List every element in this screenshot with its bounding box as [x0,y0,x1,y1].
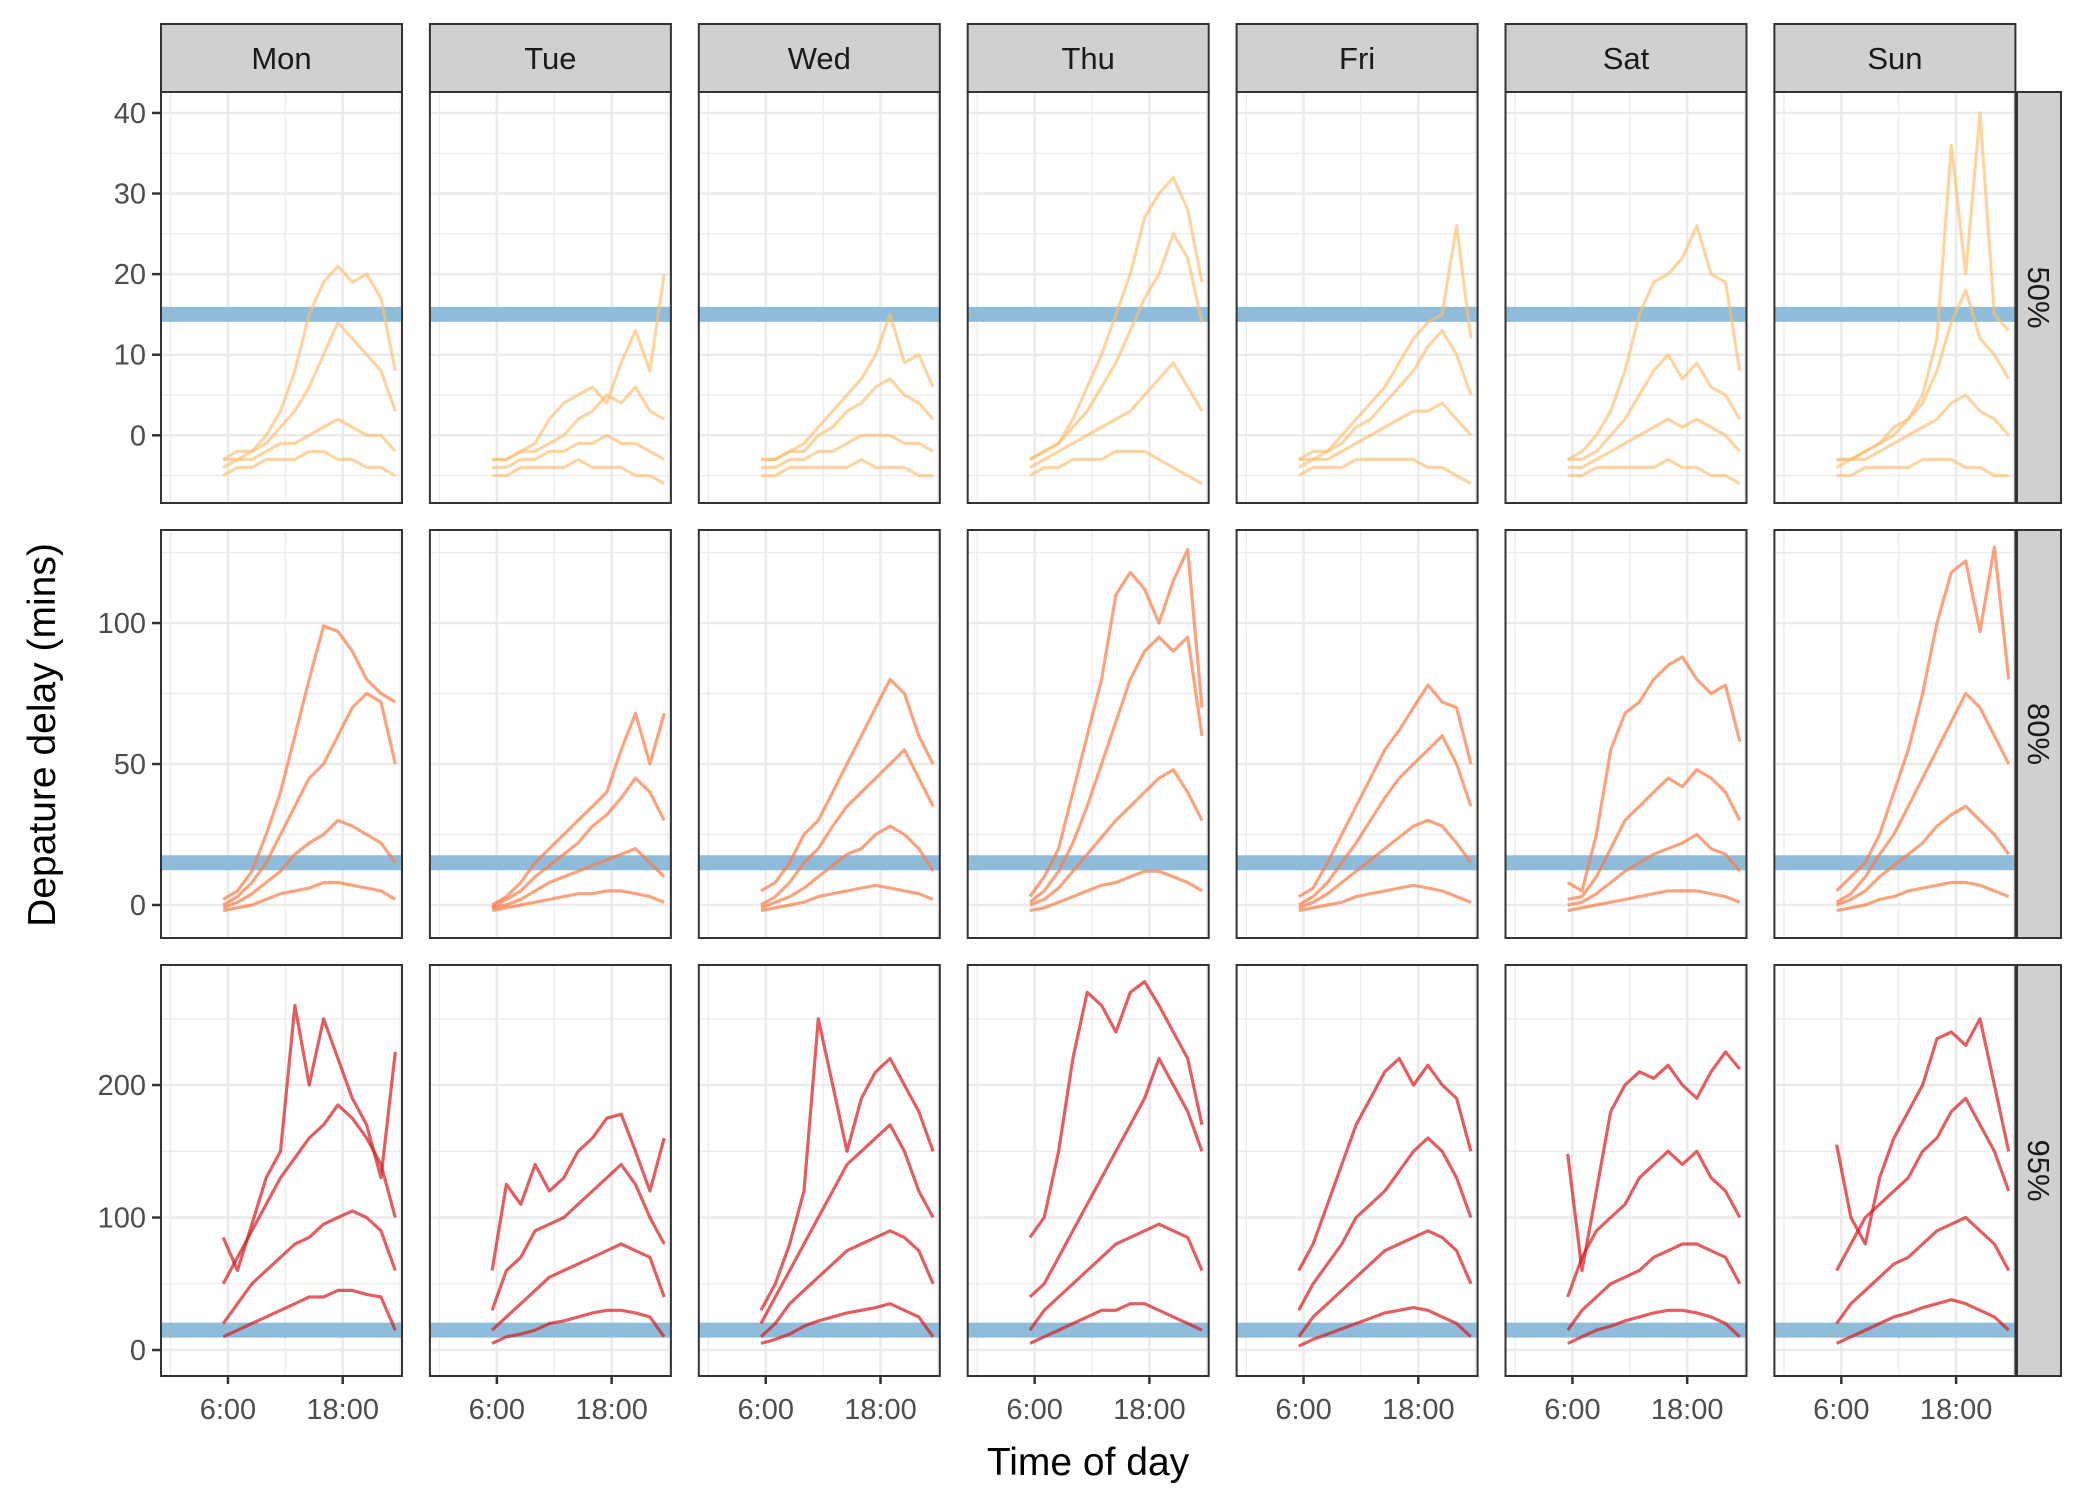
panel-background [1774,965,2016,1376]
x-tick-label: 6:00 [738,1394,794,1426]
panel-sat-80pct [1504,529,1748,939]
y-tick-label: 50 [114,749,146,781]
row-strip-label: 95% [2021,1139,2056,1201]
y-tick-label: 30 [114,179,146,211]
panel-tue-95pct [428,964,672,1377]
y-tick-label: 200 [98,1070,146,1102]
panel-background [429,530,671,938]
panel-fri-95pct [1235,964,1479,1377]
x-tick-label: 6:00 [469,1394,525,1426]
y-tick-label: 20 [114,259,146,291]
x-tick-label: 18:00 [1651,1394,1724,1426]
y-tick-label: 0 [130,890,146,922]
panel-mon-80pct [160,529,403,939]
panel-fri-50pct [1235,91,1479,504]
panel-sun-50pct [1773,91,2017,504]
x-tick-label: 6:00 [1544,1394,1600,1426]
x-tick-label: 18:00 [1113,1394,1186,1426]
column-strip-label: Tue [524,41,576,76]
column-strip-label: Wed [788,41,851,76]
y-tick-label: 0 [130,1335,146,1367]
panel-wed-80pct [697,529,941,939]
panel-sat-50pct [1504,91,1748,504]
column-strip-label: Sat [1603,41,1650,76]
y-tick-label: 0 [130,420,146,452]
panel-thu-50pct [966,91,1210,504]
y-tick-label: 10 [114,340,146,372]
x-tick-label: 18:00 [1920,1394,1993,1426]
y-tick-label: 100 [98,608,146,640]
x-tick-label: 18:00 [844,1394,917,1426]
x-tick-label: 6:00 [1275,1394,1331,1426]
column-strip-label: Fri [1339,41,1375,76]
x-tick-label: 18:00 [575,1394,648,1426]
faceted-line-chart: Time of day Depature delay (mins) 50% 0 10… [21,23,2062,1484]
column-strip-label: Sun [1867,41,1922,76]
column-strip-label: Mon [251,41,311,76]
panel-wed-95pct [697,964,941,1377]
panel-wed-50pct [697,91,941,504]
panel-fri-80pct [1235,529,1479,939]
y-tick-label: 40 [114,98,146,130]
panel-background [1505,965,1747,1376]
panel-background [1236,530,1478,938]
x-tick-label: 6:00 [1006,1394,1062,1426]
panel-mon-95pct [160,964,403,1377]
y-axis-title: Depature delay (mins) [21,543,64,927]
panel-background [1505,530,1747,938]
x-tick-label: 18:00 [306,1394,379,1426]
y-tick-label: 100 [98,1203,146,1235]
panel-sat-95pct [1504,964,1748,1377]
panel-tue-80pct [428,529,672,939]
row-strip-label: 80% [2021,703,2056,765]
panel-sun-95pct [1773,964,2017,1377]
panel-tue-50pct [428,91,672,504]
x-axis-title: Time of day [987,1441,1190,1484]
panel-thu-95pct [966,964,1210,1377]
panel-background [161,965,402,1376]
panel-thu-80pct [966,529,1210,939]
panel-mon-50pct [160,91,403,504]
x-tick-label: 6:00 [200,1394,256,1426]
panel-background [967,965,1209,1376]
row-strip-label: 50% [2021,266,2056,328]
panel-background [1236,965,1478,1376]
panel-sun-80pct [1773,529,2017,939]
column-strip-label: Thu [1061,41,1114,76]
x-tick-label: 18:00 [1382,1394,1455,1426]
x-tick-label: 6:00 [1813,1394,1869,1426]
panel-background [161,530,402,938]
panel-background [1774,530,2016,938]
